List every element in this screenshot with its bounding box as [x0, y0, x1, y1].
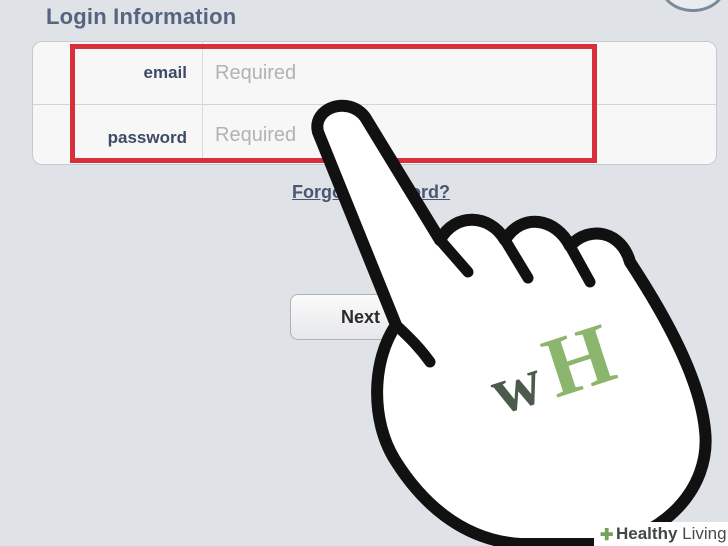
password-label: password — [107, 128, 187, 147]
logo-w: w — [481, 342, 551, 429]
password-row: password — [33, 104, 716, 164]
watermark: ✚ Healthy Living — [594, 522, 728, 546]
login-form-card: email password — [32, 41, 717, 165]
section-title: Login Information — [46, 4, 237, 29]
row-divider — [202, 42, 203, 104]
email-field[interactable] — [205, 52, 715, 94]
next-button[interactable]: Next — [290, 294, 435, 340]
watermark-text: Healthy Living — [616, 524, 727, 543]
forgot-password-link[interactable]: Forgot Password? — [292, 182, 450, 203]
email-row: email — [33, 42, 716, 105]
plus-icon: ✚ — [600, 527, 614, 544]
top-right-button-edge[interactable] — [660, 0, 726, 12]
logo-h: H — [532, 304, 625, 416]
row-divider — [202, 104, 203, 164]
password-field[interactable] — [205, 114, 715, 156]
email-label: email — [143, 63, 187, 82]
